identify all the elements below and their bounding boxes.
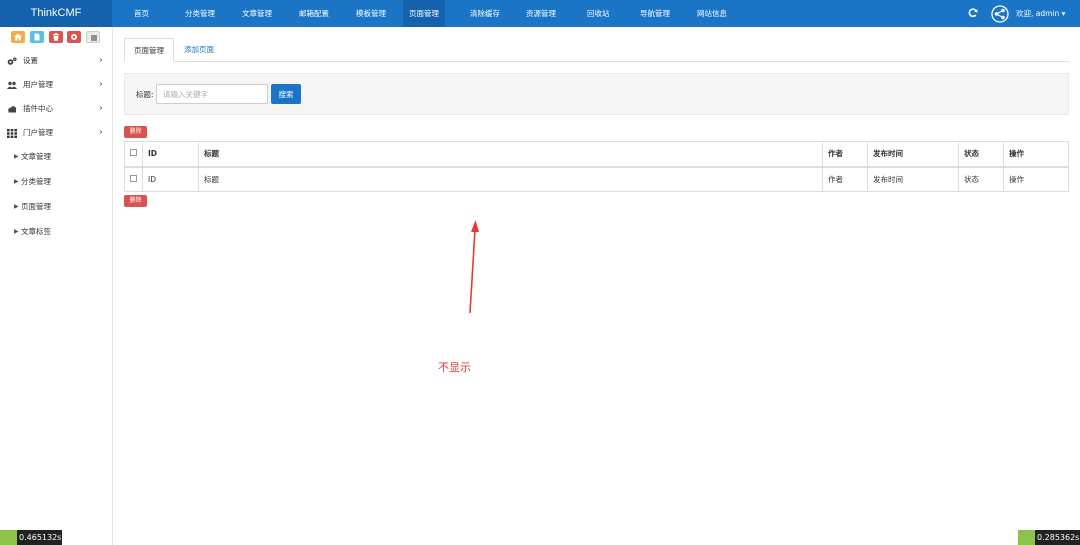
nav-page-manage[interactable]: 页面管理 <box>403 0 445 27</box>
sidebar-item-label: 用户管理 <box>23 80 53 89</box>
chevron-right-icon: › <box>99 103 103 114</box>
perf-badge-right: 0.285362s <box>1018 530 1080 545</box>
sidebar-subitem-label: 页面管理 <box>21 202 51 211</box>
sidebar-subitem-label: 文章管理 <box>21 152 51 161</box>
sidebar-subitem-label: 文章标签 <box>21 227 51 236</box>
settings-shortcut-button[interactable] <box>67 31 81 43</box>
nav-template-manage[interactable]: 模板管理 <box>356 0 386 27</box>
delete-button-bottom[interactable]: 删除 <box>124 195 147 207</box>
trash-icon <box>53 33 59 41</box>
tab-add-page[interactable]: 添加页面 <box>175 38 223 62</box>
top-navbar: ThinkCMF 首页 分类管理 文章管理 邮箱配置 模板管理 页面管理 清除缓… <box>0 0 1080 27</box>
sidebar-item-label: 门户管理 <box>23 128 53 137</box>
column-footer-title: 标题 <box>198 166 823 192</box>
caret-right-icon: ▶ <box>14 228 19 235</box>
grid-icon <box>7 129 17 138</box>
sidebar-subitem-categories[interactable]: ▶ 分类管理 <box>0 170 112 194</box>
caret-right-icon: ▶ <box>14 178 19 185</box>
user-menu[interactable]: 欢迎, admin ▾ <box>1016 0 1065 27</box>
search-label: 标题: <box>136 90 154 99</box>
pages-table: ID 标题 作者 发布时间 状态 操作 ID 标题 作者 发布时间 状态 操作 <box>124 141 1069 192</box>
sidebar-item-label: 设置 <box>23 56 38 65</box>
file-shortcut-button[interactable] <box>30 31 44 43</box>
nav-article-manage[interactable]: 文章管理 <box>242 0 272 27</box>
chevron-right-icon: › <box>99 127 103 138</box>
column-footer-actions: 操作 <box>1003 166 1069 192</box>
cloud-icon <box>8 106 17 113</box>
column-header-title: 标题 <box>198 141 823 167</box>
nav-home[interactable]: 首页 <box>134 0 149 27</box>
select-all-checkbox[interactable] <box>130 149 137 157</box>
select-all-cell <box>124 141 143 167</box>
perf-badge-left: 0.465132s <box>0 530 62 545</box>
debug-logo-icon <box>1018 530 1035 545</box>
column-header-id: ID <box>142 141 199 167</box>
share-icon[interactable] <box>991 5 1009 23</box>
file-icon <box>34 33 40 41</box>
sidebar: 设置 › 用户管理 › 插件中心 › 门户管理 › ▶ 文章管理 ▶ 分类管理 … <box>0 27 113 545</box>
select-all-checkbox[interactable] <box>130 174 137 182</box>
column-footer-status: 状态 <box>958 166 1004 192</box>
column-footer-publish-time: 发布时间 <box>867 166 959 192</box>
column-footer-id: ID <box>142 166 199 192</box>
search-input[interactable] <box>156 84 268 104</box>
page-tabs: 页面管理 添加页面 <box>124 38 1069 62</box>
cogs-icon <box>7 57 17 65</box>
sidebar-subitem-tags[interactable]: ▶ 文章标签 <box>0 220 112 244</box>
nav-mail-config[interactable]: 邮箱配置 <box>299 0 329 27</box>
sidebar-item-plugins[interactable]: 插件中心 › <box>0 97 112 121</box>
nav-category-manage[interactable]: 分类管理 <box>185 0 215 27</box>
perf-time: 0.285362s <box>1037 533 1080 542</box>
nav-navigation-manage[interactable]: 导航管理 <box>640 0 670 27</box>
sidebar-item-users[interactable]: 用户管理 › <box>0 73 112 97</box>
caret-right-icon: ▶ <box>14 153 19 160</box>
debug-logo-icon <box>0 530 17 545</box>
brand-logo[interactable]: ThinkCMF <box>0 0 112 27</box>
annotation-text: 不显示 <box>438 361 471 374</box>
users-icon <box>7 81 17 89</box>
nav-clear-cache[interactable]: 清除缓存 <box>470 0 500 27</box>
tab-page-manage[interactable]: 页面管理 <box>124 38 174 62</box>
nav-recycle-bin[interactable]: 回收站 <box>587 0 610 27</box>
delete-button-top[interactable]: 删除 <box>124 126 147 138</box>
chevron-right-icon: › <box>99 79 103 90</box>
gear-icon <box>71 34 77 40</box>
trash-shortcut-button[interactable] <box>49 31 63 43</box>
list-icon <box>91 35 97 41</box>
home-shortcut-button[interactable] <box>11 31 25 43</box>
table-footer-row: ID 标题 作者 发布时间 状态 操作 <box>124 166 1069 192</box>
sidebar-subitem-pages[interactable]: ▶ 页面管理 <box>0 195 112 219</box>
sidebar-item-portal[interactable]: 门户管理 › <box>0 121 112 145</box>
perf-time: 0.465132s <box>19 533 62 542</box>
menu-shortcut-button[interactable] <box>86 31 100 43</box>
refresh-icon[interactable] <box>968 8 978 18</box>
sidebar-item-settings[interactable]: 设置 › <box>0 49 112 73</box>
nav-resource-manage[interactable]: 资源管理 <box>526 0 556 27</box>
column-header-publish-time: 发布时间 <box>867 141 959 167</box>
column-header-actions: 操作 <box>1003 141 1069 167</box>
search-button[interactable]: 搜索 <box>271 84 301 104</box>
caret-right-icon: ▶ <box>14 203 19 210</box>
search-panel: 标题: 搜索 <box>124 73 1069 115</box>
sidebar-subitem-label: 分类管理 <box>21 177 51 186</box>
column-header-author: 作者 <box>822 141 868 167</box>
table-header-row: ID 标题 作者 发布时间 状态 操作 <box>124 141 1069 167</box>
sidebar-item-label: 插件中心 <box>23 104 53 113</box>
column-header-status: 状态 <box>958 141 1004 167</box>
nav-site-info[interactable]: 网站信息 <box>697 0 727 27</box>
home-icon <box>14 33 22 41</box>
sidebar-subitem-articles[interactable]: ▶ 文章管理 <box>0 145 112 169</box>
select-all-cell <box>124 166 143 192</box>
annotation-arrow <box>469 220 479 314</box>
column-footer-author: 作者 <box>822 166 868 192</box>
chevron-right-icon: › <box>99 55 103 66</box>
